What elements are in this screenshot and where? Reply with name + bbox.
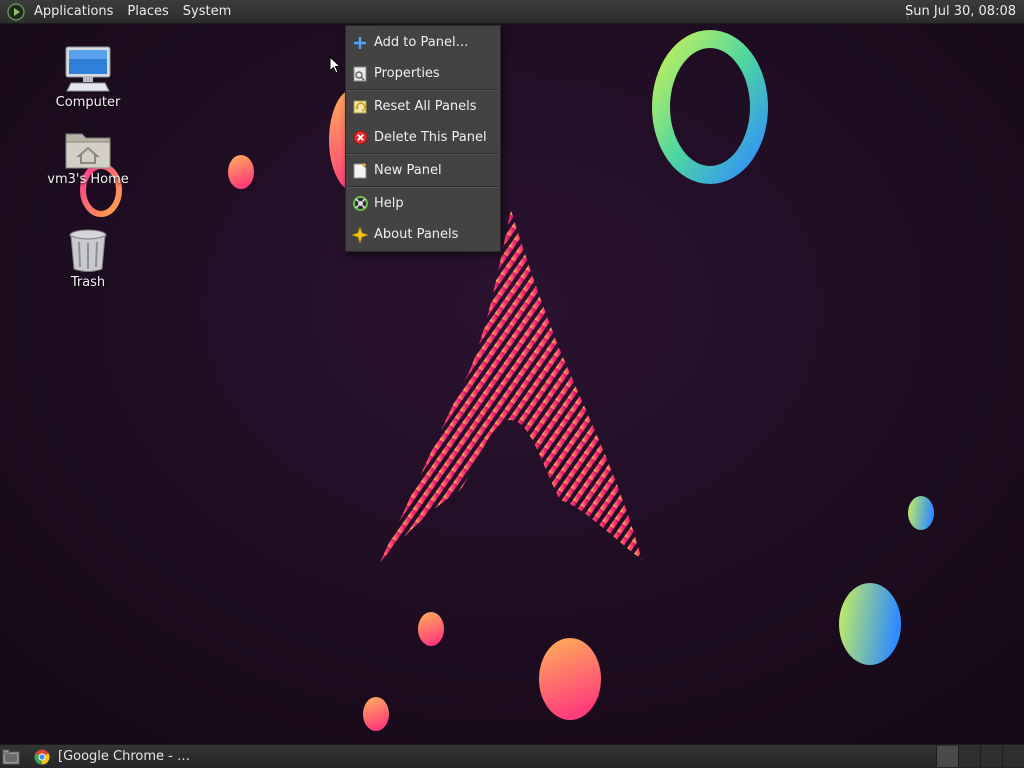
top-panel: Applications Places System Sun Jul 30, 0…	[0, 0, 1024, 24]
menu-item-about-panels[interactable]: About Panels	[346, 219, 500, 250]
menu-item-properties[interactable]: Properties	[346, 58, 500, 89]
menu-item-label: Properties	[374, 66, 440, 81]
desktop-icon-computer[interactable]: Computer	[38, 45, 138, 110]
computer-icon	[65, 46, 111, 92]
workspace-2[interactable]	[958, 746, 980, 767]
menu-item-label: Add to Panel…	[374, 35, 469, 50]
bottom-panel: [Google Chrome - …	[0, 744, 1024, 768]
menu-item-reset-all-panels[interactable]: Reset All Panels	[346, 91, 500, 122]
applications-menu[interactable]: Applications	[27, 0, 120, 24]
menu-item-label: Help	[374, 196, 404, 211]
menu-item-label: New Panel	[374, 163, 442, 178]
show-desktop-icon	[2, 749, 20, 764]
distro-logo-icon[interactable]	[7, 2, 25, 21]
home-folder-icon	[65, 133, 111, 169]
menu-item-new-panel[interactable]: New Panel	[346, 155, 500, 186]
menu-item-add-to-panel[interactable]: Add to Panel…	[346, 27, 500, 58]
clock[interactable]: Sun Jul 30, 08:08	[901, 0, 1020, 24]
workspace-4[interactable]	[1002, 746, 1024, 767]
taskbar-item-chrome[interactable]: [Google Chrome - …	[34, 746, 200, 768]
panel-context-menu: Add to Panel… Properties Reset All Panel…	[345, 25, 501, 252]
menu-item-help[interactable]: Help	[346, 188, 500, 219]
mouse-cursor-icon	[329, 56, 341, 74]
trash-icon	[69, 229, 107, 272]
desktop-icon-trash[interactable]: Trash	[38, 229, 138, 290]
chrome-icon	[34, 749, 50, 764]
workspace-switcher	[936, 746, 1024, 767]
menu-item-label: Reset All Panels	[374, 99, 477, 114]
workspace-3[interactable]	[980, 746, 1002, 767]
desktop-wallpaper	[0, 0, 1024, 768]
properties-icon	[352, 66, 368, 82]
desktop-icon-label: Trash	[70, 275, 106, 290]
menu-item-label: Delete This Panel	[374, 130, 487, 145]
places-menu[interactable]: Places	[120, 0, 175, 24]
help-icon	[352, 196, 368, 212]
show-desktop-button[interactable]	[0, 746, 22, 768]
menu-item-label: About Panels	[374, 227, 459, 242]
about-icon	[352, 226, 368, 243]
new-panel-icon	[352, 162, 368, 179]
menu-item-delete-this-panel[interactable]: Delete This Panel	[346, 122, 500, 153]
plus-icon	[352, 35, 368, 51]
desktop-icon-home[interactable]: vm3's Home	[38, 128, 138, 187]
desktop-icon-label: vm3's Home	[47, 172, 129, 187]
workspace-1[interactable]	[936, 746, 958, 767]
system-menu[interactable]: System	[176, 0, 238, 24]
delete-icon	[352, 130, 368, 146]
taskbar-item-label: [Google Chrome - …	[58, 749, 190, 764]
desktop-icon-label: Computer	[55, 95, 121, 110]
reset-icon	[352, 99, 368, 115]
